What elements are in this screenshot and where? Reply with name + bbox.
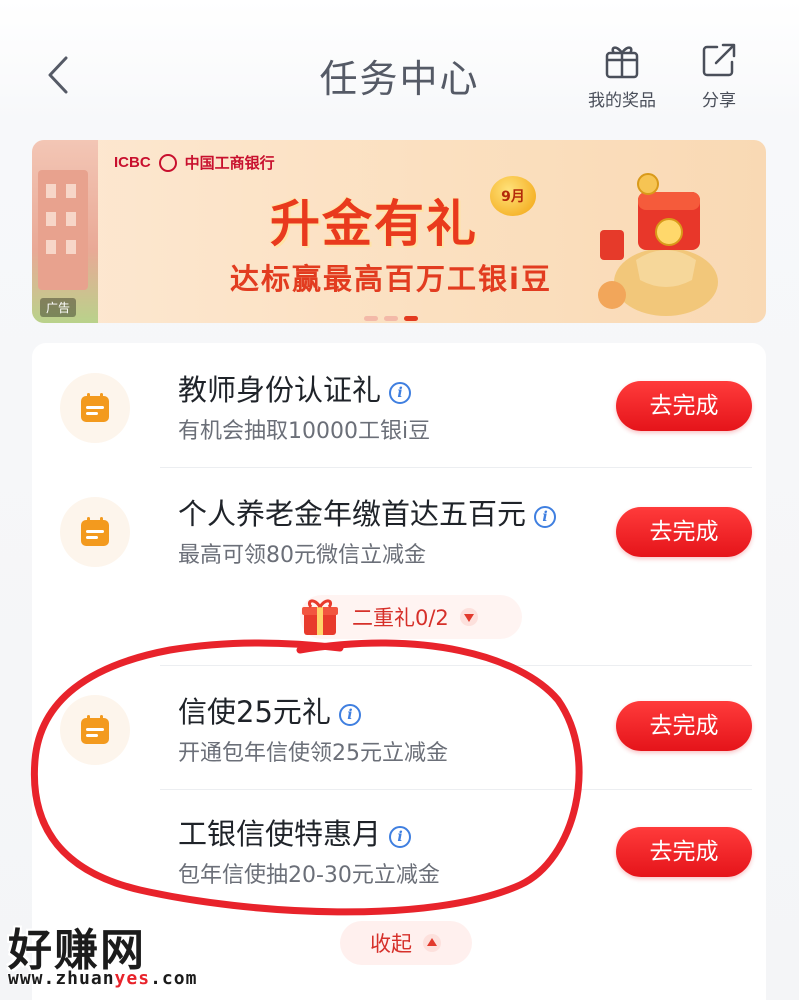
header: 任务中心 我的奖品 分享 [0,0,799,130]
carousel-dot-active[interactable] [404,316,418,321]
collapse-button[interactable]: 收起 [340,921,472,965]
promo-banner[interactable]: 广告 ICBC 中国工商银行 升金有礼 9月 达标赢最高百万工银i豆 [32,140,766,323]
bank-name-cn: 中国工商银行 [184,154,275,172]
share-label: 分享 [702,91,736,111]
calendar-icon [81,715,109,744]
collapse-label: 收起 [370,932,412,956]
watermark-url: www.zhuanyes.com [8,968,197,989]
task-desc: 最高可领80元微信立减金 [178,543,426,568]
watermark-url-suffix: .com [150,968,198,989]
complete-task-button[interactable]: 去完成 [616,381,752,431]
arrow-up-icon [423,934,441,952]
task-title-text: 信使25元礼 [178,695,331,729]
task-title: 教师身份认证礼 i [178,367,412,409]
carousel-dot[interactable] [364,316,378,321]
task-desc: 开通包年信使领25元立减金 [178,741,448,766]
banner-prev-slide [32,140,98,323]
ad-tag: 广告 [40,298,77,317]
divider [160,665,752,666]
divider [160,789,752,790]
task-icon [60,695,130,765]
task-title-text: 教师身份认证礼 [178,373,382,407]
share-icon [702,43,736,77]
task-title: 信使25元礼 i [178,689,361,731]
task-item: 工银信使特惠月 i 包年信使抽20-30元立减金 去完成 [32,791,766,913]
calendar-icon [81,393,109,422]
task-item: 个人养老金年缴首达五百元 i 最高可领80元微信立减金 去完成 [32,469,766,591]
icbc-logo-icon [158,153,177,172]
task-icon [60,373,130,443]
info-icon[interactable]: i [338,704,361,726]
task-item: 信使25元礼 i 开通包年信使领25元立减金 去完成 [32,667,766,789]
my-prizes-button[interactable]: 我的奖品 [580,40,664,111]
task-icon [60,497,130,567]
promo-title: 升金有礼 [270,195,478,253]
complete-task-button[interactable]: 去完成 [616,507,752,557]
task-title: 个人养老金年缴首达五百元 i [178,491,557,533]
calendar-icon [81,517,109,546]
carousel-dots [364,316,418,321]
task-desc: 有机会抽取10000工银i豆 [178,419,431,444]
task-title: 工银信使特惠月 i [178,811,412,853]
double-gift-toggle[interactable]: 二重礼0/2 [300,595,522,639]
red-gift-icon [302,599,338,635]
promo-subtitle: 达标赢最高百万工银i豆 [230,262,552,296]
watermark-url-highlight: yes [114,968,151,989]
month-badge: 9月 [490,176,536,216]
task-title-text: 工银信使特惠月 [178,817,382,851]
share-button[interactable]: 分享 [677,40,761,111]
divider [160,467,752,468]
complete-task-button[interactable]: 去完成 [616,701,752,751]
watermark-url-prefix: www.zhuan [8,968,115,989]
bank-name-en: ICBC [114,154,151,171]
arrow-down-icon [459,608,478,626]
task-item: 教师身份认证礼 i 有机会抽取10000工银i豆 去完成 [32,343,766,465]
gift-icon [605,46,639,79]
info-icon[interactable]: i [534,506,557,528]
info-icon[interactable]: i [389,826,412,848]
task-list-card: 教师身份认证礼 i 有机会抽取10000工银i豆 去完成 个人养老金年缴首达五百元… [32,343,766,1000]
lucky-bag-icon [598,173,718,316]
task-desc: 包年信使抽20-30元立减金 [178,863,440,888]
my-prizes-label: 我的奖品 [588,91,656,111]
complete-task-button[interactable]: 去完成 [616,827,752,877]
bank-brand: ICBC 中国工商银行 [114,152,275,173]
carousel-dot[interactable] [384,316,398,321]
task-title-text: 个人养老金年缴首达五百元 [178,497,527,531]
info-icon[interactable]: i [389,382,412,404]
double-gift-label: 二重礼0/2 [352,606,449,630]
